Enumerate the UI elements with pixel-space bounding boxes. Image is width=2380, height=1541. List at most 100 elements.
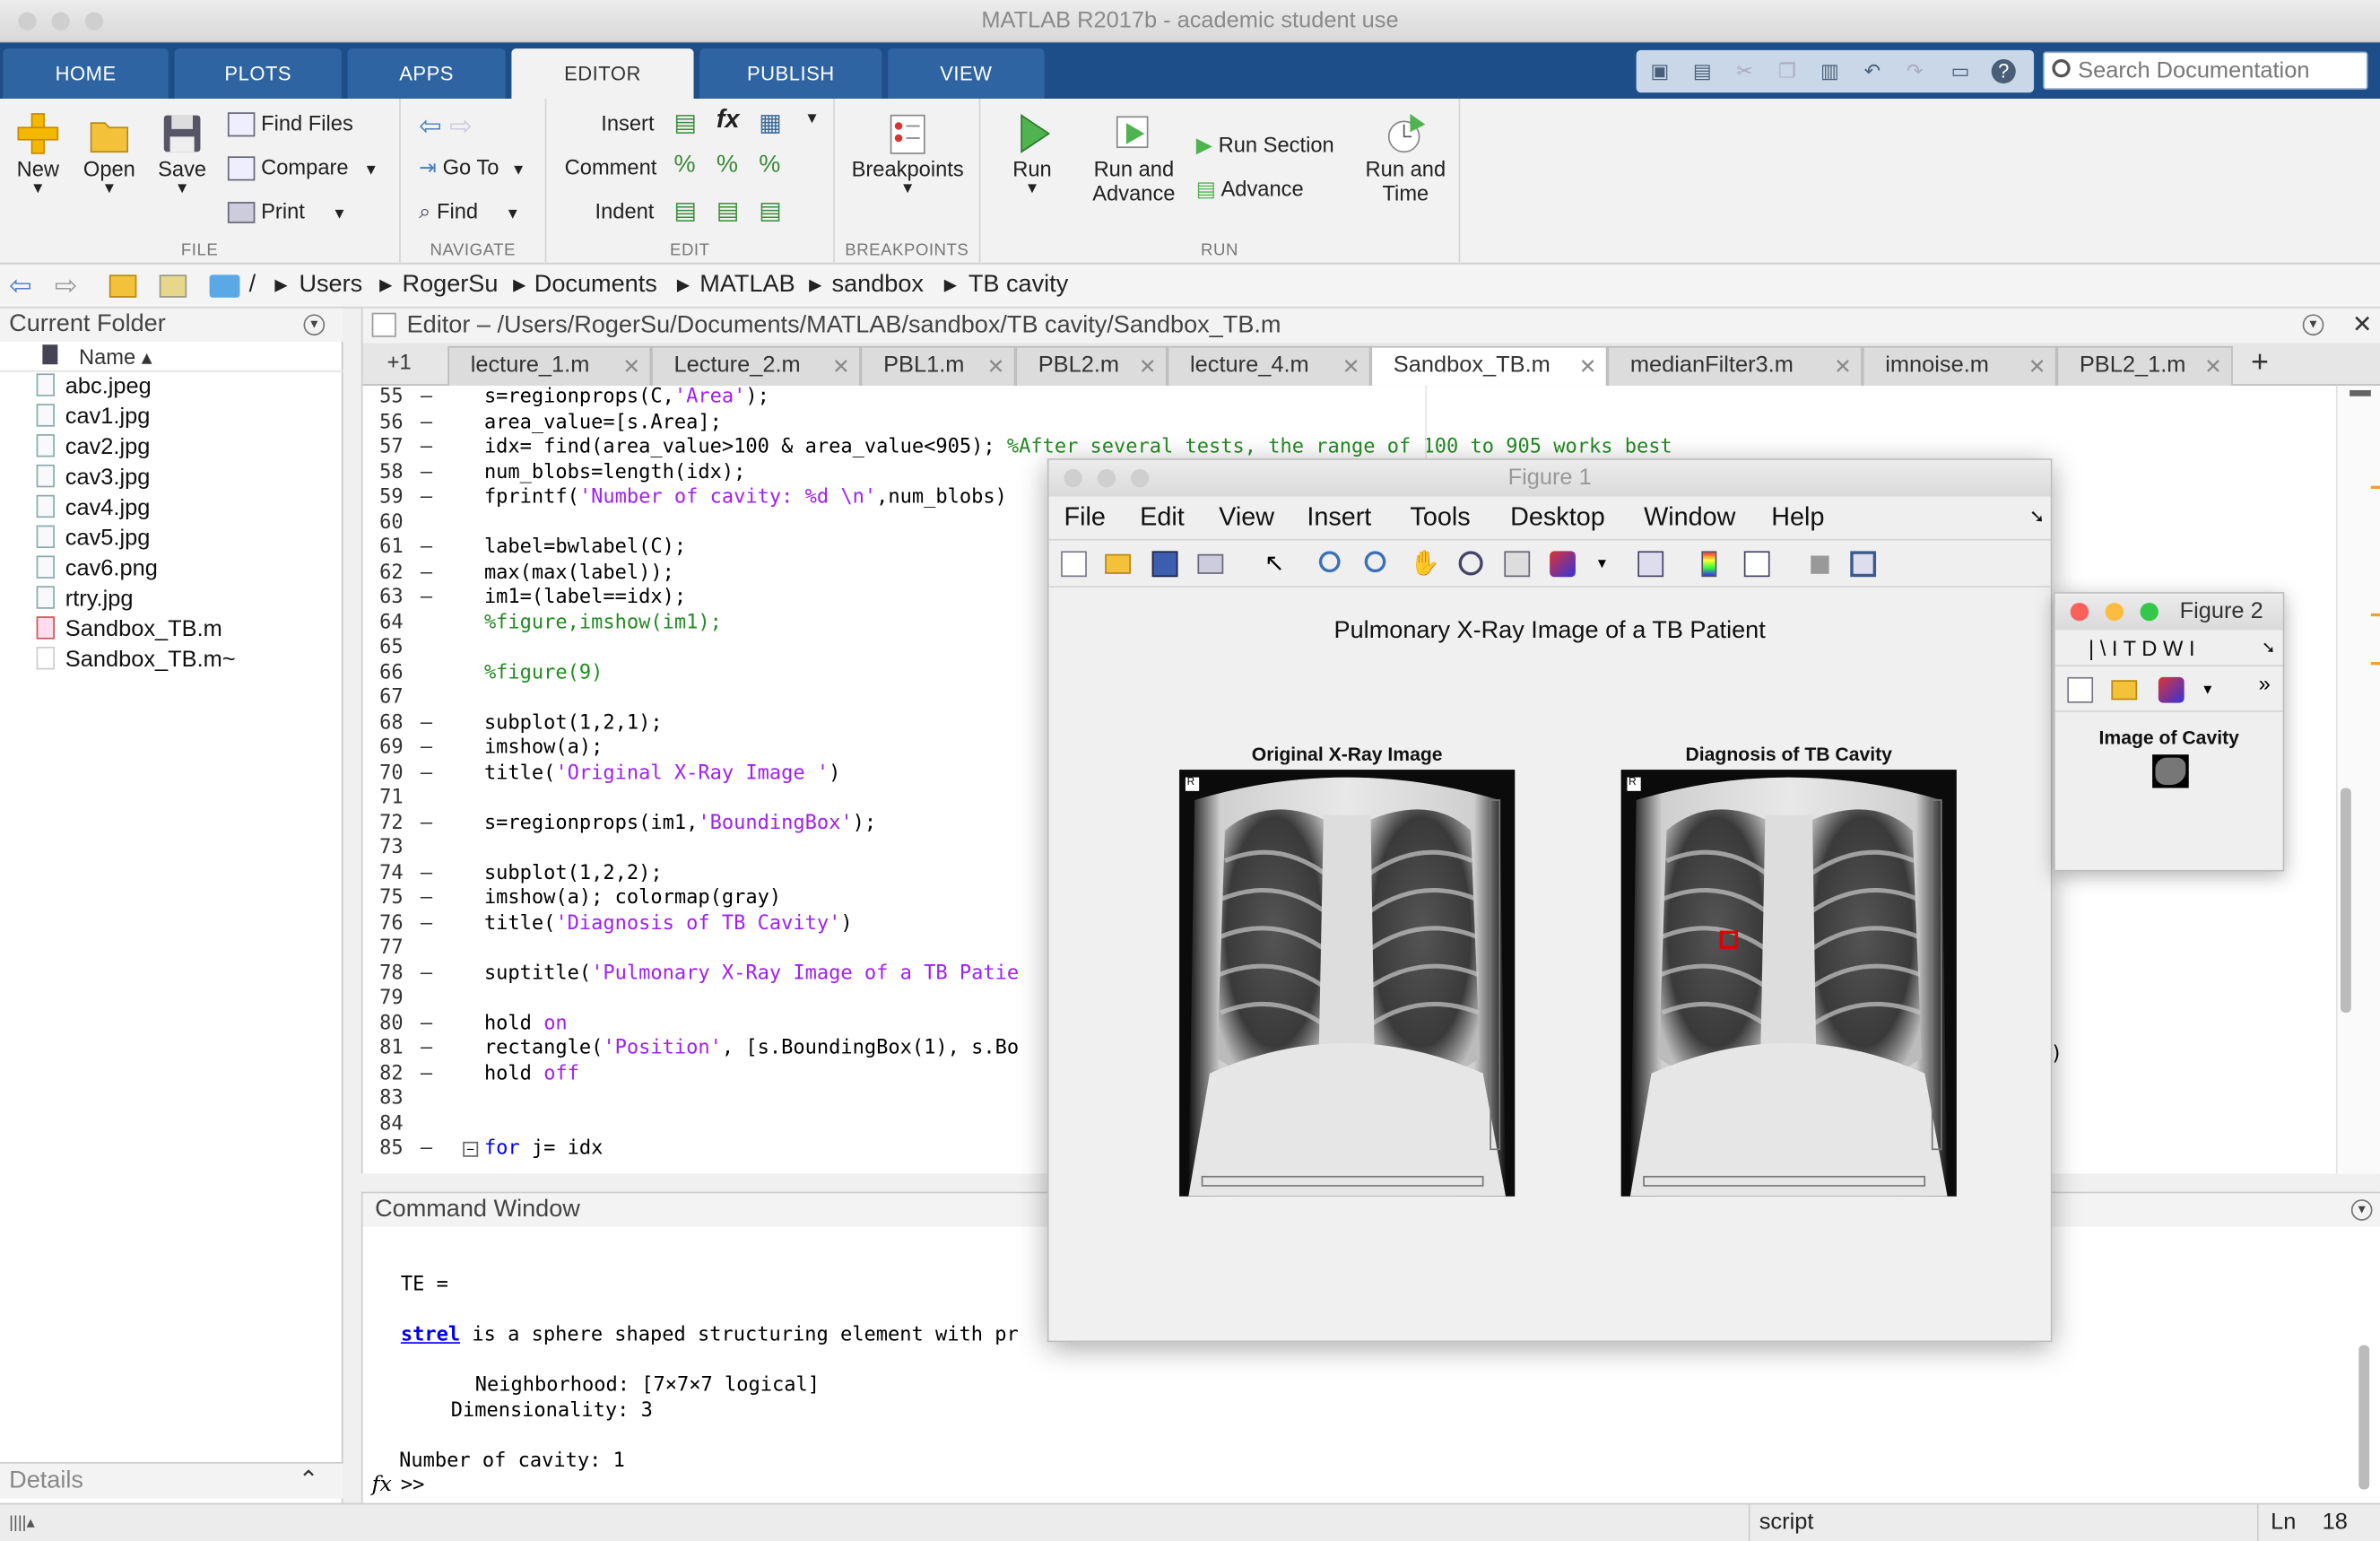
details-panel-header[interactable]: Details ⌃ [0, 1461, 343, 1499]
print-button[interactable]: Print ▼ [227, 199, 347, 224]
dock-figure-icon[interactable]: ➘ [2029, 506, 2045, 527]
undo-icon[interactable]: ↶ [1861, 60, 1883, 83]
comment-icon[interactable]: % [674, 152, 696, 178]
redo-icon[interactable]: ↷ [1904, 60, 1926, 83]
panel-menu-icon[interactable]: ▼ [303, 314, 326, 336]
diagnosis-xray-image[interactable]: R [1620, 770, 1957, 1197]
save-button[interactable]: Save ▼ [152, 111, 213, 197]
pointer-icon[interactable]: ↖ [1264, 551, 1290, 577]
scrollbar-thumb[interactable] [2340, 788, 2351, 1013]
menu-insert[interactable]: Insert [1307, 502, 1371, 533]
minimize-window-button[interactable] [2105, 602, 2124, 622]
executable-line-marker[interactable]: – [421, 561, 432, 583]
brush-dropdown-icon[interactable]: ▼ [1595, 551, 1621, 577]
new-tab-button[interactable]: + [2251, 346, 2269, 381]
insert-section-icon[interactable]: ▤ [674, 108, 698, 138]
legend-icon[interactable] [1743, 551, 1770, 578]
insert-function-button[interactable]: fx [717, 105, 740, 135]
open-file-icon[interactable] [2111, 680, 2138, 701]
executable-line-marker[interactable]: – [421, 736, 432, 759]
open-button[interactable]: Open ▼ [79, 111, 140, 197]
executable-line-marker[interactable]: – [421, 586, 432, 608]
editor-tab[interactable]: medianFilter3.m ✕ [1607, 345, 1863, 386]
insert-dropdown-icon[interactable]: ▼ [804, 111, 820, 128]
editor-tab[interactable]: imnoise.m ✕ [1862, 345, 2057, 386]
executable-line-marker[interactable]: – [421, 812, 432, 834]
minimize-window-button[interactable] [1097, 469, 1116, 488]
figure-2-menubar[interactable]: | \ I T D W I ➘ [2054, 633, 2283, 667]
run-and-advance-button[interactable]: Run and Advance [1087, 111, 1181, 205]
back-icon[interactable]: ⇦ [9, 270, 32, 302]
copy-icon[interactable]: ❐ [1776, 60, 1798, 83]
run-button[interactable]: Run ▼ [999, 111, 1065, 197]
increase-indent-icon[interactable]: ▤ [717, 196, 740, 226]
menu-view[interactable]: View [1219, 502, 1274, 533]
compare-button[interactable]: Compare ▼ [227, 155, 378, 181]
file-item[interactable]: Sandbox_TB.m~ [36, 647, 236, 673]
file-item[interactable]: cav4.jpg [36, 494, 150, 521]
path-root[interactable]: / [249, 272, 256, 299]
hide-plot-tools-icon[interactable] [1811, 555, 1829, 574]
cavity-image[interactable] [2152, 754, 2189, 788]
tab-list-button[interactable]: +1 [387, 349, 412, 373]
executable-line-marker[interactable]: – [421, 1137, 432, 1160]
brush-dropdown-icon[interactable]: ▼ [2201, 677, 2227, 703]
editor-scrollbar[interactable] [2335, 385, 2380, 1174]
tab-plots[interactable]: PLOTS [174, 48, 342, 100]
decrease-indent-icon[interactable]: ▤ [759, 196, 782, 226]
uncomment-icon[interactable]: % [717, 152, 738, 178]
advance-button[interactable]: ▤ Advance [1196, 176, 1304, 202]
executable-line-marker[interactable]: – [421, 962, 432, 984]
open-file-icon[interactable] [1105, 553, 1131, 574]
executable-line-marker[interactable]: – [421, 411, 432, 433]
menu-tools[interactable]: Tools [1410, 502, 1470, 533]
executable-line-marker[interactable]: – [421, 862, 432, 884]
show-plot-tools-icon[interactable] [1850, 551, 1877, 578]
path-users[interactable]: Users [299, 272, 362, 299]
executable-line-marker[interactable]: – [421, 886, 432, 909]
file-item[interactable]: cav1.jpg [36, 404, 150, 430]
forward-icon[interactable]: ⇨ [55, 270, 78, 302]
find-files-button[interactable]: Find Files [227, 111, 353, 137]
executable-line-marker[interactable]: – [421, 1062, 432, 1084]
file-item[interactable]: abc.jpeg [36, 373, 152, 399]
executable-line-marker[interactable]: – [421, 436, 432, 458]
editor-tab[interactable]: PBL1.m ✕ [860, 345, 1016, 386]
command-prompt[interactable]: >> [401, 1475, 424, 1497]
editor-tab[interactable]: PBL2.m ✕ [1015, 345, 1168, 386]
path-tb-cavity[interactable]: TB cavity [969, 272, 1068, 299]
colorbar-icon[interactable] [1701, 551, 1717, 578]
up-folder-icon[interactable] [109, 274, 137, 298]
executable-line-marker[interactable]: – [421, 486, 432, 509]
search-documentation-input[interactable]: Search Documentation [2043, 51, 2368, 90]
save-figure-icon[interactable] [1151, 551, 1178, 578]
menu-window[interactable]: Window [1644, 502, 1735, 533]
function-browser-button[interactable]: fx [372, 1473, 392, 1497]
path-rogersu[interactable]: RogerSu [403, 272, 499, 299]
editor-tab[interactable]: lecture_1.m ✕ [447, 345, 652, 386]
executable-line-marker[interactable]: – [421, 762, 432, 784]
warning-marker[interactable] [2370, 485, 2380, 490]
executable-line-marker[interactable]: – [421, 386, 432, 408]
warning-marker[interactable] [2370, 661, 2380, 666]
go-to-button[interactable]: ⇥ Go To ▼ [419, 155, 526, 181]
toolbar-overflow-icon[interactable]: » [2259, 673, 2285, 699]
file-item[interactable]: Sandbox_TB.m [36, 616, 222, 642]
file-item[interactable]: cav6.png [36, 555, 158, 581]
smart-indent-icon[interactable]: ▤ [674, 196, 698, 226]
file-item[interactable]: cav5.jpg [36, 525, 150, 551]
new-button[interactable]: New ▼ [9, 111, 66, 197]
executable-line-marker[interactable]: – [421, 1012, 432, 1034]
executable-line-marker[interactable]: – [421, 911, 432, 934]
close-icon[interactable]: ✕ [2352, 309, 2373, 344]
cut-icon[interactable]: ✂ [1733, 60, 1756, 83]
status-grip-icon[interactable]: ||||▴ [9, 1512, 35, 1532]
executable-line-marker[interactable]: – [421, 461, 432, 483]
new-doc-icon[interactable]: ▣ [1648, 60, 1671, 83]
zoom-in-icon[interactable] [1318, 551, 1341, 573]
run-and-time-button[interactable]: Run and Time [1360, 111, 1452, 205]
warning-marker[interactable] [2370, 613, 2380, 617]
brush-icon[interactable] [2158, 676, 2185, 703]
find-button[interactable]: ⌕ Find ▼ [419, 199, 520, 225]
path-documents[interactable]: Documents [534, 272, 657, 299]
